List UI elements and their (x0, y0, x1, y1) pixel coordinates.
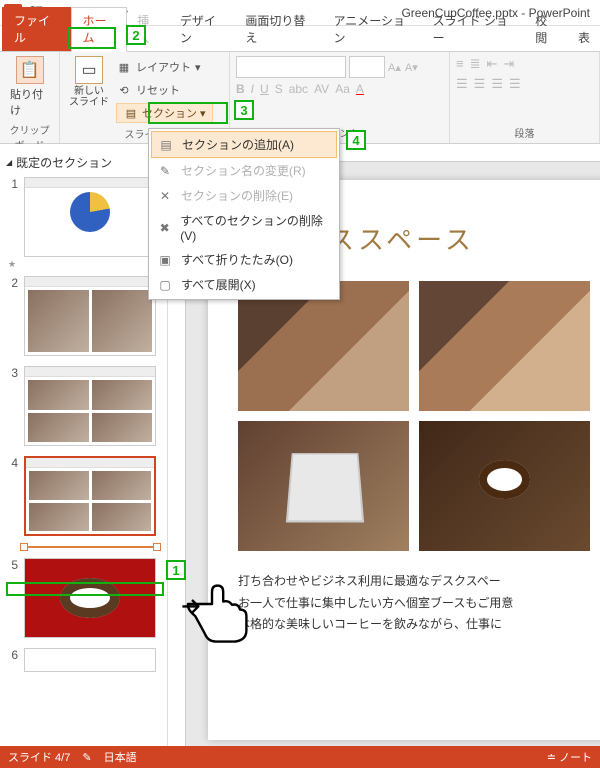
justify-button[interactable]: ☰ (509, 76, 521, 92)
shadow-button[interactable]: abc (289, 82, 308, 96)
slide-photo[interactable] (238, 421, 409, 551)
tab-design[interactable]: デザイン (170, 8, 235, 51)
dd-expand-all[interactable]: ▢ すべて展開(X) (151, 272, 337, 297)
shrink-font-icon[interactable]: A▾ (405, 61, 418, 74)
thumb-num: 6 (4, 648, 18, 672)
rename-section-icon: ✎ (157, 163, 173, 179)
case-button[interactable]: Aa (335, 82, 350, 96)
tab-view[interactable]: 表 (568, 25, 600, 51)
slide-thumb-5[interactable] (24, 558, 156, 638)
slide-thumb-2[interactable] (24, 276, 156, 356)
dd-add-section[interactable]: ▤ セクションの追加(A) (151, 131, 337, 158)
layout-button[interactable]: ▦レイアウト▾ (116, 56, 213, 78)
thumb-num: 3 (4, 366, 18, 446)
tab-slideshow[interactable]: スライド ショー (423, 8, 526, 51)
pointer-hand-icon (176, 568, 256, 648)
thumb-num: 4 (4, 456, 18, 536)
slide-thumb-1[interactable] (24, 177, 156, 257)
dd-collapse-all[interactable]: ▣ すべて折りたたみ(O) (151, 247, 337, 272)
tab-file[interactable]: ファイル (2, 7, 71, 51)
dd-rename-section: ✎ セクション名の変更(R) (151, 158, 337, 183)
dd-delete-section: ✕ セクションの削除(E) (151, 183, 337, 208)
insertion-line (24, 546, 157, 548)
new-slide-button[interactable]: ▭ 新しい スライド (66, 54, 112, 124)
slide-photo[interactable] (238, 281, 409, 411)
thumb-num: 2 (4, 276, 18, 356)
tab-review[interactable]: 校閲 (525, 8, 568, 51)
expand-icon: ▢ (157, 277, 173, 293)
new-slide-label: 新しい スライド (69, 86, 109, 108)
font-family[interactable] (236, 56, 346, 78)
tutorial-badge-4: 4 (346, 130, 366, 150)
bullets-button[interactable]: ≡ (456, 56, 464, 72)
dd-delete-all-sections[interactable]: ✖ すべてのセクションの削除(V) (151, 208, 337, 247)
slide-counter[interactable]: スライド 4/7 (8, 749, 70, 765)
align-right-button[interactable]: ☰ (491, 76, 503, 92)
bold-button[interactable]: B (236, 82, 245, 96)
thumb-num: 5 (4, 558, 18, 638)
spacing-button[interactable]: AV (314, 82, 329, 96)
layout-icon: ▦ (116, 59, 132, 75)
grow-font-icon[interactable]: A▴ (388, 61, 401, 74)
slide-photo[interactable] (419, 421, 590, 551)
group-paragraph: 段落 (456, 123, 593, 143)
align-center-button[interactable]: ☰ (474, 76, 486, 92)
thumb-num: 1 (4, 177, 18, 257)
section-icon: ▤ (123, 105, 139, 121)
underline-button[interactable]: U (260, 82, 269, 96)
slide-body-text[interactable]: 打ち合わせやビジネス利用に最適なデスクスペー お一人で仕事に集中したい方へ個室ブ… (238, 571, 590, 636)
status-bar: スライド 4/7 ✎ 日本語 ≐ ノート (0, 746, 600, 768)
indent-right-button[interactable]: ⇥ (503, 56, 514, 72)
collapse-triangle-icon[interactable]: ◢ (6, 158, 12, 167)
delete-all-icon: ✖ (157, 220, 172, 236)
section-dropdown: ▤ セクションの追加(A) ✎ セクション名の変更(R) ✕ セクションの削除(… (148, 128, 340, 300)
section-button[interactable]: ▤ セクション ▾ (116, 103, 213, 123)
reset-icon: ⟲ (116, 82, 132, 98)
collapse-icon: ▣ (157, 252, 173, 268)
paste-button[interactable]: 📋 貼り付け (6, 54, 53, 120)
slide-photo[interactable] (419, 281, 590, 411)
language-indicator[interactable]: 日本語 (104, 749, 137, 765)
font-color-button[interactable]: A (356, 82, 364, 96)
indent-left-button[interactable]: ⇤ (487, 56, 498, 72)
paste-icon: 📋 (16, 56, 44, 84)
tab-transitions[interactable]: 画面切り替え (235, 8, 323, 51)
strike-button[interactable]: S (275, 82, 283, 96)
add-section-icon: ▤ (158, 137, 174, 153)
tab-home[interactable]: ホーム (71, 7, 127, 52)
paste-label: 貼り付け (10, 86, 49, 118)
tutorial-badge-2: 2 (126, 25, 146, 45)
slide-thumb-3[interactable] (24, 366, 156, 446)
font-size[interactable] (349, 56, 385, 78)
reset-button[interactable]: ⟲リセット (116, 79, 213, 101)
slide-thumb-4[interactable] (24, 456, 156, 536)
section-header[interactable]: ◢ 既定のセクション (4, 150, 163, 177)
tab-animations[interactable]: アニメーション (324, 8, 423, 51)
numbering-button[interactable]: ≣ (470, 56, 481, 72)
notes-button[interactable]: ≐ ノート (547, 749, 592, 765)
italic-button[interactable]: I (251, 82, 254, 96)
delete-section-icon: ✕ (157, 188, 173, 204)
new-slide-icon: ▭ (75, 56, 103, 84)
tutorial-badge-3: 3 (234, 100, 254, 120)
spelling-icon[interactable]: ✎ (82, 751, 91, 764)
align-left-button[interactable]: ☰ (456, 76, 468, 92)
slide-thumb-6[interactable] (24, 648, 156, 672)
thumbnail-pane[interactable]: ◢ 既定のセクション 1 ★ 2 3 4 (0, 144, 168, 746)
